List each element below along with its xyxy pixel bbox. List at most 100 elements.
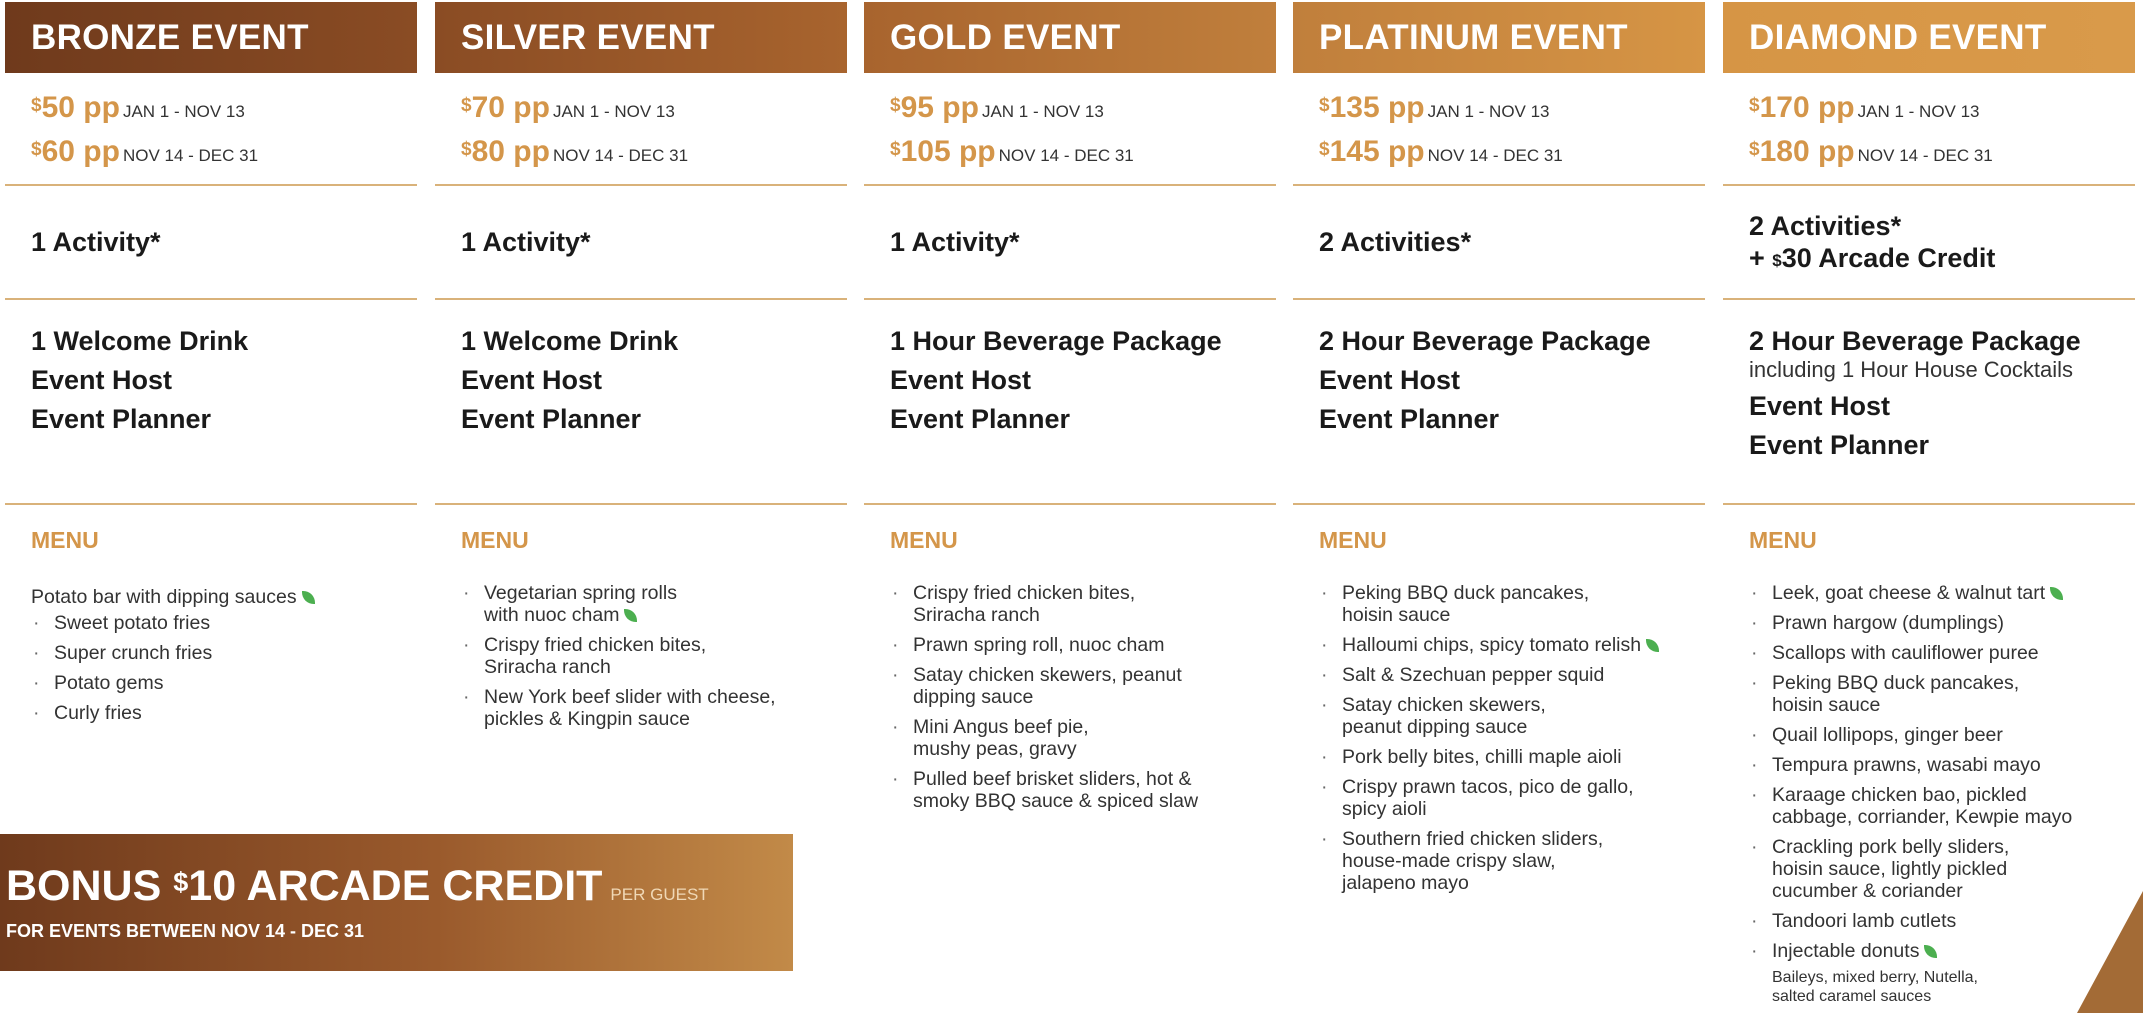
menu-item: · Salt & Szechuan pepper squid xyxy=(1319,664,1705,686)
menu-item: · Curly fries xyxy=(31,702,417,724)
per-person-label: pp xyxy=(950,135,996,168)
menu-item-text: Pulled beef brisket sliders, hot & smoky… xyxy=(913,768,1199,812)
inclusion-item: Event Planner xyxy=(890,404,1071,434)
bonus-title: BONUS $10 ARCADE CREDIT PER GUEST xyxy=(6,862,793,911)
menu-item: · Tempura prawns, wasabi mayo xyxy=(1749,754,2135,776)
bullet: · xyxy=(1751,672,1758,694)
bullet: · xyxy=(463,634,470,656)
inclusion-item: Event Planner xyxy=(1749,430,1930,460)
menu-title: MENU xyxy=(461,527,529,553)
price-line: $50 pp JAN 1 - NOV 13 xyxy=(31,91,417,135)
price-dates: NOV 14 - DEC 31 xyxy=(1427,146,1563,165)
bullet: · xyxy=(1751,784,1758,806)
menu-item-text: Mini Angus beef pie, mushy peas, gravy xyxy=(913,716,1089,760)
menu-item-text: New York beef slider with cheese, pickle… xyxy=(484,686,776,730)
bullet: · xyxy=(33,672,40,694)
bullet: · xyxy=(463,686,470,708)
price-line: $95 pp JAN 1 - NOV 13 xyxy=(890,91,1276,135)
price-amount: 70 xyxy=(471,91,505,124)
menu-item-text: Peking BBQ duck pancakes, hoisin sauce xyxy=(1772,672,2020,716)
price-line: $145 pp NOV 14 - DEC 31 xyxy=(1319,135,1705,179)
price-dates: NOV 14 - DEC 31 xyxy=(998,146,1134,165)
bullet: · xyxy=(1321,582,1328,604)
price-line: $70 pp JAN 1 - NOV 13 xyxy=(461,91,847,135)
price-list: $50 pp JAN 1 - NOV 13 $60 pp NOV 14 - DEC 3… xyxy=(5,73,417,186)
inclusion-item: Event Host xyxy=(890,365,1032,395)
package-title: DIAMOND EVENT xyxy=(1723,2,2135,73)
inclusions: 1 Welcome Drink Event Host Event Planner xyxy=(435,300,847,505)
bullet: · xyxy=(1751,754,1758,776)
price-list: $135 pp JAN 1 - NOV 13 $145 pp NOV 14 - DEC… xyxy=(1293,73,1705,186)
price-amount: 95 xyxy=(900,91,934,124)
activities-count: 2 Activities* xyxy=(1319,227,1472,257)
menu-item-text: Sweet potato fries xyxy=(54,612,211,634)
price-list: $70 pp JAN 1 - NOV 13 $80 pp NOV 14 - DEC 3… xyxy=(435,73,847,186)
menu-item: · Pulled beef brisket sliders, hot & smok… xyxy=(890,768,1276,812)
currency-symbol: $ xyxy=(461,139,472,160)
vegetarian-leaf-icon xyxy=(624,609,638,623)
menu-item: · Satay chicken skewers, peanut dipping s… xyxy=(890,664,1276,708)
price-line: $105 pp NOV 14 - DEC 31 xyxy=(890,135,1276,179)
price-line: $135 pp JAN 1 - NOV 13 xyxy=(1319,91,1705,135)
menu-item-text: Leek, goat cheese & walnut tart xyxy=(1772,582,2046,604)
menu-item: · Prawn hargow (dumplings) xyxy=(1749,612,2135,634)
activities-count: 1 Activity* xyxy=(461,227,591,257)
menu-list: · Crispy fried chicken bites, Sriracha ra… xyxy=(864,582,1276,812)
inclusion-item: Event Host xyxy=(1749,391,1891,421)
inclusion-item: Event Host xyxy=(461,365,603,395)
menu-item: · Peking BBQ duck pancakes, hoisin sauce xyxy=(1749,672,2135,716)
menu-item: · Crispy prawn tacos, pico de gallo, spic… xyxy=(1319,776,1705,820)
price-list: $170 pp JAN 1 - NOV 13 $180 pp NOV 14 - DEC… xyxy=(1723,73,2135,186)
bullet: · xyxy=(1751,582,1758,604)
price-dates: JAN 1 - NOV 13 xyxy=(552,102,675,121)
menu-item-text: Karaage chicken bao, pickled cabbage, co… xyxy=(1772,784,2073,828)
activities: 2 Activities* + $30 Arcade Credit xyxy=(1723,186,2135,300)
bullet: · xyxy=(892,634,899,656)
price-amount: 170 xyxy=(1759,91,1810,124)
package-title: PLATINUM EVENT xyxy=(1293,2,1705,73)
bullet: · xyxy=(892,716,899,738)
menu-item-text: Crispy fried chicken bites, Sriracha ran… xyxy=(484,634,707,678)
activities-count: 1 Activity* xyxy=(31,227,161,257)
inclusions: 1 Welcome Drink Event Host Event Planner xyxy=(5,300,417,505)
menu-item-text: Crackling pork belly sliders, hoisin sau… xyxy=(1772,836,2010,902)
bullet: · xyxy=(33,612,40,634)
inclusions: 2 Hour Beverage Package including 1 Hour … xyxy=(1723,300,2135,505)
menu-item-text: Southern fried chicken sliders, house-ma… xyxy=(1342,828,1604,894)
menu-item: · Halloumi chips, spicy tomato relish xyxy=(1319,634,1705,656)
price-amount: 180 xyxy=(1759,135,1810,168)
bullet: · xyxy=(892,582,899,604)
bonus-currency: $ xyxy=(173,867,189,897)
price-amount: 105 xyxy=(900,135,951,168)
price-line: $170 pp JAN 1 - NOV 13 xyxy=(1749,91,2135,135)
bullet: · xyxy=(1751,940,1758,962)
inclusion-item: 2 Hour Beverage Package xyxy=(1319,326,1651,356)
vegetarian-leaf-icon xyxy=(2050,587,2064,601)
bullet: · xyxy=(33,702,40,724)
per-person-label: pp xyxy=(504,91,550,124)
package-title: SILVER EVENT xyxy=(435,2,847,73)
bullet: · xyxy=(892,664,899,686)
bullet: · xyxy=(1321,776,1328,798)
currency-symbol: $ xyxy=(31,95,42,116)
price-dates: NOV 14 - DEC 31 xyxy=(552,146,689,165)
package-column-platinum: PLATINUM EVENT $135 pp JAN 1 - NOV 13 $145 … xyxy=(1293,0,1705,1013)
menu-item: · Satay chicken skewers, peanut dipping s… xyxy=(1319,694,1705,738)
menu-item: · New York beef slider with cheese, pickl… xyxy=(461,686,847,730)
price-dates: JAN 1 - NOV 13 xyxy=(1427,102,1550,121)
bonus-per-guest: PER GUEST xyxy=(610,885,709,904)
bullet: · xyxy=(1751,612,1758,634)
activities-count: 1 Activity* xyxy=(890,227,1020,257)
per-person-label: pp xyxy=(74,91,120,124)
bullet: · xyxy=(1751,642,1758,664)
price-amount: 60 xyxy=(41,135,75,168)
per-person-label: pp xyxy=(933,91,979,124)
price-line: $180 pp NOV 14 - DEC 31 xyxy=(1749,135,2135,179)
per-person-label: pp xyxy=(1379,91,1425,124)
activities: 1 Activity* xyxy=(5,186,417,300)
bullet: · xyxy=(33,642,40,664)
menu-item-text: Prawn spring roll, nuoc cham xyxy=(913,634,1165,656)
menu-item: · Potato gems xyxy=(31,672,417,694)
price-amount: 145 xyxy=(1329,135,1380,168)
package-title: BRONZE EVENT xyxy=(5,2,417,73)
